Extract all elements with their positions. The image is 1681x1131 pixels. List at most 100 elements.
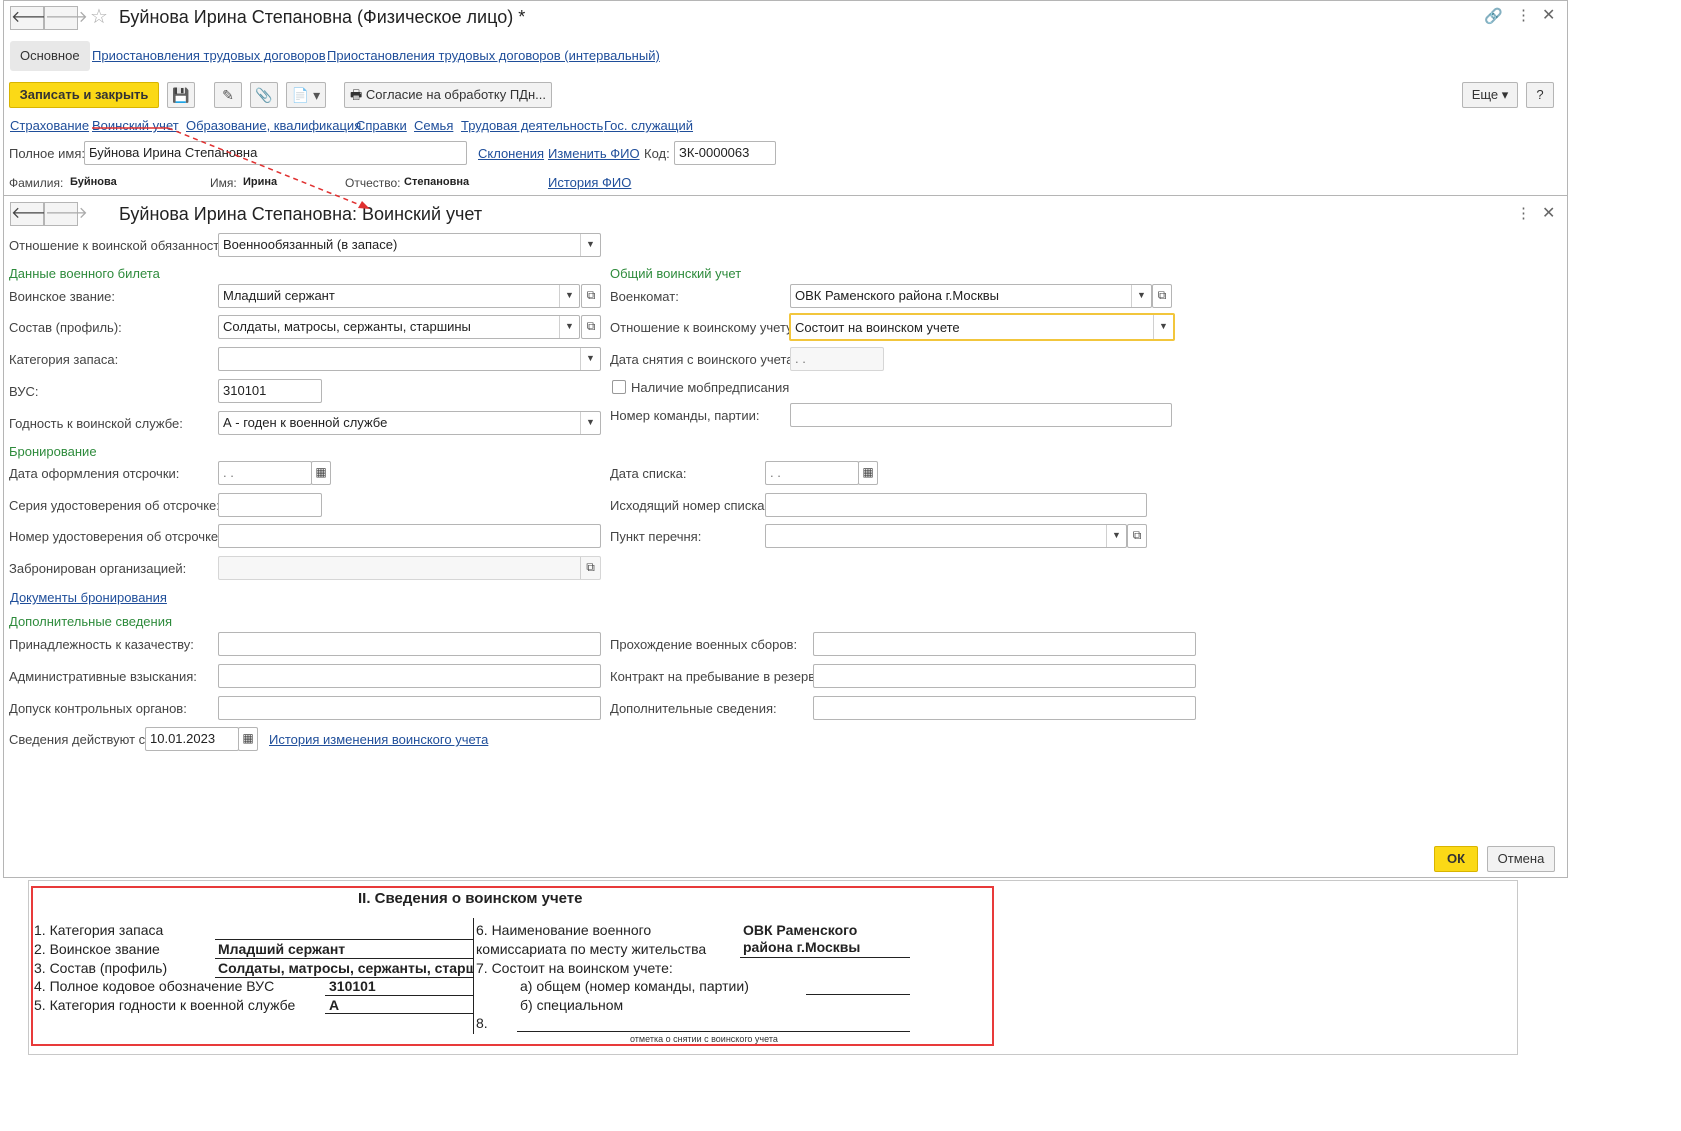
commissariat-value: ОВК Раменского района г.Москвы bbox=[795, 288, 1000, 303]
list-date-label: Дата списка: bbox=[610, 466, 687, 481]
section-extra: Дополнительные сведения bbox=[9, 614, 173, 629]
deregistration-date-field[interactable]: . . bbox=[790, 347, 884, 371]
open-icon[interactable]: ⧉ bbox=[1152, 284, 1172, 308]
paper-right-6-value-2: района г.Москвы bbox=[743, 939, 861, 955]
registration-value: Состоит на воинском учете bbox=[795, 320, 960, 335]
reserve-category-select[interactable]: ▼ bbox=[218, 347, 601, 371]
extra-info-label: Дополнительные сведения: bbox=[610, 701, 777, 716]
fitness-value: А - годен к военной службе bbox=[223, 415, 388, 430]
paper-underline-4 bbox=[325, 995, 473, 996]
open-icon[interactable]: ⧉ bbox=[580, 557, 600, 579]
profile-value: Солдаты, матросы, сержанты, старшины bbox=[223, 319, 471, 334]
ok-button[interactable]: ОК bbox=[1434, 846, 1478, 872]
section-booking: Бронирование bbox=[9, 444, 97, 459]
reserved-by-label: Забронирован организацией: bbox=[9, 561, 187, 576]
paper-right-7b: б) специальном bbox=[520, 997, 624, 1013]
deferral-date-value: . . bbox=[223, 465, 234, 480]
paper-right-7: 7. Состоит на воинском учете: bbox=[476, 960, 673, 976]
reserve-contract-label: Контракт на пребывание в резерве: bbox=[610, 669, 826, 684]
open-icon[interactable]: ⧉ bbox=[581, 315, 601, 339]
deferral-number-field[interactable] bbox=[218, 524, 601, 548]
military-history-link[interactable]: История изменения воинского учета bbox=[269, 732, 488, 747]
paper-underline-7a bbox=[806, 994, 910, 995]
registration-select[interactable]: Состоит на воинском учете ▼ bbox=[789, 313, 1175, 341]
control-access-label: Допуск контрольных органов: bbox=[9, 701, 187, 716]
annotation-arrow bbox=[92, 127, 370, 209]
commissariat-label: Военкомат: bbox=[610, 289, 679, 304]
calendar-icon[interactable]: ▦ bbox=[858, 461, 878, 485]
chevron-down-icon[interactable]: ▼ bbox=[559, 316, 579, 338]
paper-heading: II. Сведения о воинском учете bbox=[358, 890, 583, 907]
extra-info-field[interactable] bbox=[813, 696, 1196, 720]
paper-right-8-note: отметка о снятии с воинского учета bbox=[630, 1034, 778, 1044]
admin-penalties-label: Административные взыскания: bbox=[9, 669, 197, 684]
list-number-label: Исходящий номер списка: bbox=[610, 498, 769, 513]
profile-select[interactable]: Солдаты, матросы, сержанты, старшины ▼ bbox=[218, 315, 580, 339]
booking-docs-link[interactable]: Документы бронирования bbox=[10, 590, 167, 605]
chevron-down-icon[interactable]: ▼ bbox=[1106, 525, 1126, 547]
paper-underline-1 bbox=[215, 939, 473, 940]
paper-right-7a: а) общем (номер команды, партии) bbox=[520, 978, 749, 994]
training-label: Прохождение военных сборов: bbox=[610, 637, 798, 652]
paper-line-1: 1. Категория запаса bbox=[34, 922, 164, 938]
reserve-category-label: Категория запаса: bbox=[9, 352, 119, 367]
military-window: 🡐 🡒 Буйнова Ирина Степановна: Воинский у… bbox=[3, 195, 1568, 878]
open-icon[interactable]: ⧉ bbox=[1127, 524, 1147, 548]
paper-right-6-value-1: ОВК Раменского bbox=[743, 922, 858, 938]
reserve-contract-field[interactable] bbox=[813, 664, 1196, 688]
fitness-select[interactable]: А - годен к военной службе ▼ bbox=[218, 411, 601, 435]
paper-line-5: 5. Категория годности к военной службе bbox=[34, 997, 296, 1013]
profile-label: Состав (профиль): bbox=[9, 320, 122, 335]
list-date-field[interactable]: . . bbox=[765, 461, 859, 485]
admin-penalties-field[interactable] bbox=[218, 664, 601, 688]
deferral-date-label: Дата оформления отсрочки: bbox=[9, 466, 180, 481]
mob-order-label: Наличие мобпредписания bbox=[631, 380, 790, 395]
reserved-by-field[interactable]: ⧉ bbox=[218, 556, 601, 580]
chevron-down-icon[interactable]: ▼ bbox=[559, 285, 579, 307]
cancel-button[interactable]: Отмена bbox=[1487, 846, 1555, 872]
paper-line-2-value: Младший сержант bbox=[218, 941, 346, 957]
calendar-icon[interactable]: ▦ bbox=[238, 727, 258, 751]
cossack-label: Принадлежность к казачеству: bbox=[9, 637, 194, 652]
fitness-label: Годность к воинской службе: bbox=[9, 416, 183, 431]
chevron-down-icon[interactable]: ▼ bbox=[1131, 285, 1151, 307]
paper-right-8: 8. bbox=[476, 1015, 488, 1031]
chevron-down-icon[interactable]: ▼ bbox=[580, 412, 600, 434]
commissariat-select[interactable]: ОВК Раменского района г.Москвы ▼ bbox=[790, 284, 1152, 308]
paper-right-6a: 6. Наименование военного bbox=[476, 922, 652, 938]
list-number-field[interactable] bbox=[765, 493, 1147, 517]
team-number-field[interactable] bbox=[790, 403, 1172, 427]
paper-line-3-value: Солдаты, матросы, сержанты, старши bbox=[218, 960, 473, 976]
paper-underline-6 bbox=[740, 957, 910, 958]
control-access-field[interactable] bbox=[218, 696, 601, 720]
registration-label: Отношение к воинскому учету: bbox=[610, 320, 797, 335]
paper-line-3-clip: Солдаты, матросы, сержанты, старши bbox=[215, 958, 473, 978]
paper-line-5-value: А bbox=[329, 997, 340, 1013]
paper-line-4: 4. Полное кодовое обозначение ВУС bbox=[34, 978, 275, 994]
cossack-field[interactable] bbox=[218, 632, 601, 656]
chevron-down-icon[interactable]: ▼ bbox=[580, 348, 600, 370]
training-field[interactable] bbox=[813, 632, 1196, 656]
deferral-date-field[interactable]: . . bbox=[218, 461, 312, 485]
paper-underline-8 bbox=[517, 1031, 910, 1032]
paper-right-6b: комиссариата по месту жительства bbox=[476, 941, 707, 957]
mob-order-checkbox[interactable] bbox=[612, 380, 626, 394]
calendar-icon[interactable]: ▦ bbox=[311, 461, 331, 485]
vus-field[interactable]: 310101 bbox=[218, 379, 322, 403]
paper-line-3: 3. Состав (профиль) bbox=[34, 960, 168, 976]
deferral-series-field[interactable] bbox=[218, 493, 322, 517]
rank-label: Воинское звание: bbox=[9, 289, 115, 304]
open-icon[interactable]: ⧉ bbox=[581, 284, 601, 308]
vus-label: ВУС: bbox=[9, 384, 39, 399]
rank-value: Младший сержант bbox=[223, 288, 335, 303]
deferral-number-label: Номер удостоверения об отсрочке: bbox=[9, 529, 222, 544]
list-item-select[interactable]: ▼ bbox=[765, 524, 1127, 548]
list-date-value: . . bbox=[770, 465, 781, 480]
paper-underline-5 bbox=[325, 1013, 473, 1014]
chevron-down-icon[interactable]: ▼ bbox=[1153, 315, 1173, 339]
effective-date-label: Сведения действуют с: bbox=[9, 732, 149, 747]
list-item-label: Пункт перечня: bbox=[610, 529, 702, 544]
effective-date-field[interactable]: 10.01.2023 bbox=[145, 727, 239, 751]
team-number-label: Номер команды, партии: bbox=[610, 408, 760, 423]
rank-select[interactable]: Младший сержант ▼ bbox=[218, 284, 580, 308]
